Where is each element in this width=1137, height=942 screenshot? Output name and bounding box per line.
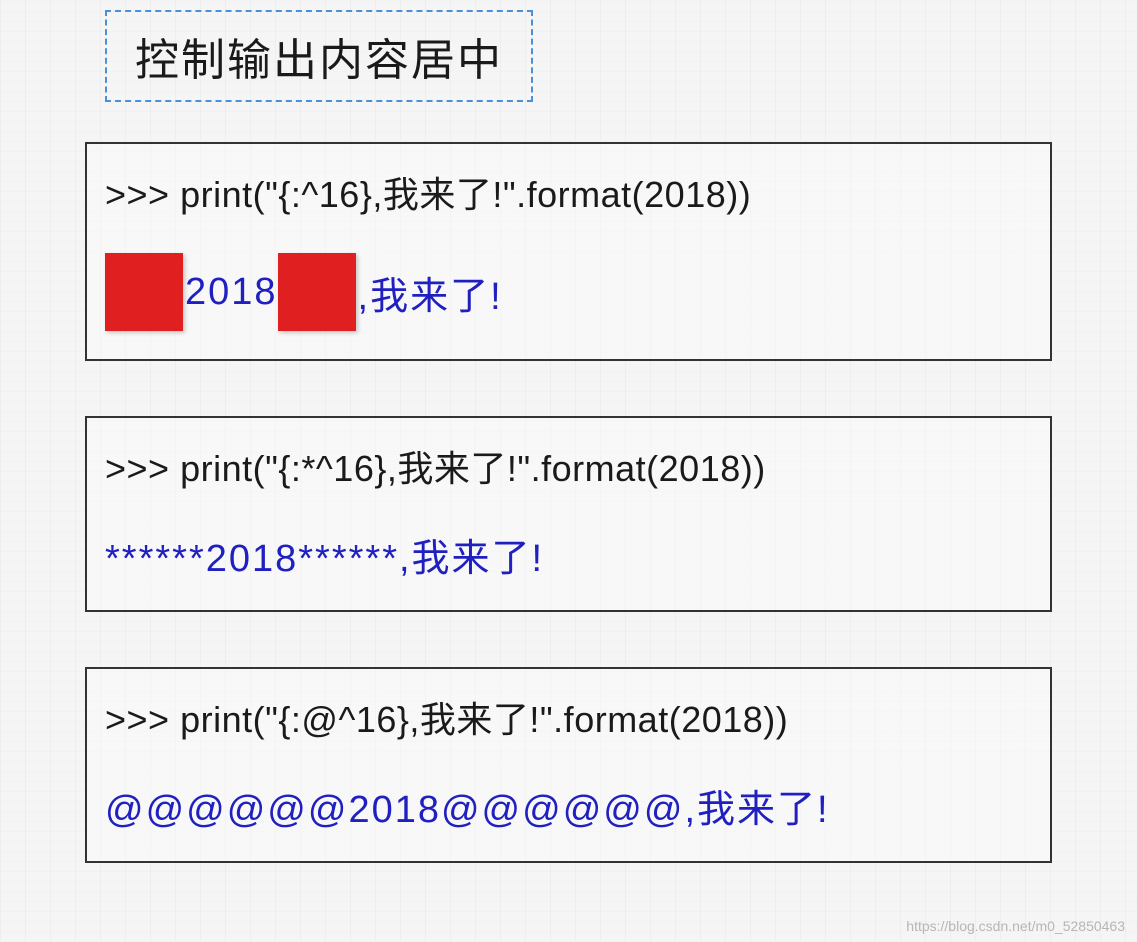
watermark: https://blog.csdn.net/m0_52850463 bbox=[906, 918, 1125, 934]
code-input: >>> print("{:@^16},我来了!".format(2018)) bbox=[105, 691, 1032, 743]
redaction-box-icon bbox=[278, 253, 356, 331]
title-box: 控制输出内容居中 bbox=[105, 10, 533, 102]
page-title: 控制输出内容居中 bbox=[135, 24, 503, 88]
code-input: >>> print("{:*^16},我来了!".format(2018)) bbox=[105, 440, 1032, 492]
code-output: @@@@@@2018@@@@@@,我来了! bbox=[105, 778, 1032, 833]
code-example-3: >>> print("{:@^16},我来了!".format(2018)) @… bbox=[85, 667, 1052, 863]
code-output: ******2018******,我来了! bbox=[105, 527, 1032, 582]
code-example-1: >>> print("{:^16},我来了!".format(2018)) 20… bbox=[85, 142, 1052, 361]
code-output: 2018 ,我来了! bbox=[105, 253, 1032, 331]
output-text: ,我来了! bbox=[358, 265, 503, 320]
output-text: 2018 bbox=[185, 271, 278, 314]
content-container: 控制输出内容居中 >>> print("{:^16},我来了!".format(… bbox=[0, 0, 1137, 938]
output-text: ******2018******,我来了! bbox=[105, 527, 544, 582]
output-text: @@@@@@2018@@@@@@,我来了! bbox=[105, 778, 830, 833]
code-example-2: >>> print("{:*^16},我来了!".format(2018)) *… bbox=[85, 416, 1052, 612]
code-input: >>> print("{:^16},我来了!".format(2018)) bbox=[105, 166, 1032, 218]
redaction-box-icon bbox=[105, 253, 183, 331]
